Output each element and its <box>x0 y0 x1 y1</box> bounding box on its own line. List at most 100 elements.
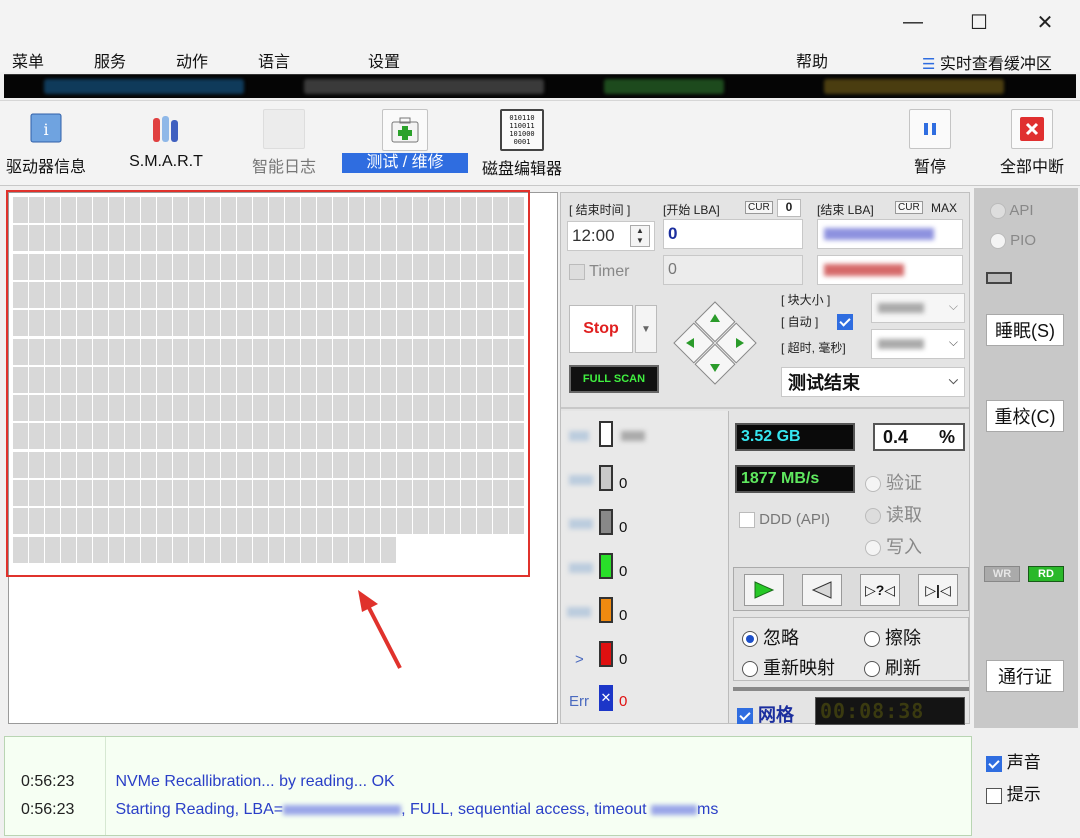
error-x-icon: ✕ <box>599 685 613 711</box>
play-forward-button[interactable] <box>744 574 784 606</box>
passport-label: 通行证 <box>998 667 1052 687</box>
hint-checkbox[interactable]: 提示 <box>986 780 1041 805</box>
api-radio[interactable]: API <box>990 202 1034 220</box>
abort-all-button[interactable]: 全部中断 <box>982 109 1080 185</box>
menu-main[interactable]: 菜单 <box>12 48 44 72</box>
size-value: 3.52 GB <box>741 428 801 445</box>
timeout-select[interactable]: ⌵ <box>871 329 965 359</box>
timeout-blurred <box>651 804 698 815</box>
title-bar: — ☐ ✕ <box>0 0 1080 44</box>
stop-dropdown-icon[interactable]: ▼ <box>635 305 657 353</box>
red-arrow-annotation <box>358 590 402 669</box>
play-backward-button[interactable] <box>802 574 842 606</box>
end-lba-input[interactable] <box>817 219 963 249</box>
ignore-label: 忽略 <box>763 628 800 648</box>
timer-checkbox[interactable]: Timer <box>569 263 629 281</box>
spinner-arrows-icon[interactable]: ▲ ▼ <box>630 225 650 247</box>
minimize-button[interactable]: — <box>890 0 936 44</box>
percent-unit: % <box>938 427 955 447</box>
legend-gt-label: > <box>575 651 584 668</box>
end-time-label: [ 结束时间 ] <box>569 203 631 217</box>
repair-mode-group: 忽略 擦除 重新映射 刷新 <box>733 617 969 681</box>
direction-pad-icon[interactable] <box>669 297 761 389</box>
butterfly-button[interactable]: ▷|◁ <box>918 574 958 606</box>
lba-blurred <box>283 804 402 815</box>
first-aid-icon <box>382 109 428 151</box>
menu-help[interactable]: 帮助 <box>796 48 828 72</box>
menu-language[interactable]: 语言 <box>258 48 290 72</box>
start-lba-value: 0 <box>668 224 678 243</box>
legend-count: 0 <box>619 607 628 624</box>
remap-radio[interactable]: 重新映射 <box>742 654 835 680</box>
api-label: API <box>1009 202 1034 219</box>
playback-controls: ▷?◁ ▷|◁ <box>733 567 969 611</box>
refresh-radio[interactable]: 刷新 <box>864 654 921 680</box>
pio-radio[interactable]: PIO <box>990 232 1037 250</box>
rd-label: RD <box>1038 568 1054 580</box>
ignore-radio[interactable]: 忽略 <box>742 624 799 650</box>
smart-button[interactable]: S.M.A.R.T <box>116 109 216 185</box>
read-label: 读取 <box>886 505 923 525</box>
grid-label: 网格 <box>758 705 795 725</box>
recalibrate-button[interactable]: 重校(C) <box>986 400 1064 432</box>
block-size-select[interactable]: ⌵ <box>871 293 965 323</box>
status-select-value: 测试结束 <box>788 373 860 393</box>
test-repair-button[interactable]: 测试 / 维修 <box>342 109 468 185</box>
disk-editor-button[interactable]: 010110 110011 101000 0001 磁盘编辑器 <box>472 109 572 185</box>
start-lba-input[interactable]: 0 <box>663 219 803 249</box>
smart-log-button[interactable]: 智能日志 <box>234 109 334 185</box>
log-time: 0:56:23 <box>21 773 75 790</box>
erase-radio[interactable]: 擦除 <box>864 624 921 650</box>
status-strip <box>4 74 1076 98</box>
end-lba-max-field <box>817 255 963 285</box>
max-button[interactable]: MAX <box>931 201 957 215</box>
wr-indicator: WR <box>984 566 1020 582</box>
elapsed-timer-value: 00:08:38 <box>820 699 925 723</box>
log-message-end: ms <box>697 801 719 818</box>
menu-action[interactable]: 动作 <box>176 48 208 72</box>
legend-count: 0 <box>619 519 628 536</box>
end-cur-button[interactable]: CUR <box>895 201 923 214</box>
random-seek-button[interactable]: ▷?◁ <box>860 574 900 606</box>
auto-checkbox[interactable] <box>837 314 853 331</box>
sound-checkbox[interactable]: 声音 <box>986 748 1041 773</box>
rd-indicator: RD <box>1028 566 1064 582</box>
full-scan-label: FULL SCAN <box>582 373 646 385</box>
full-scan-button[interactable]: FULL SCAN <box>569 365 659 393</box>
menu-settings[interactable]: 设置 <box>368 48 400 72</box>
hint-label: 提示 <box>1006 785 1041 804</box>
cur-value: 0 <box>777 199 801 217</box>
stop-button[interactable]: Stop <box>569 305 633 353</box>
stop-label: Stop <box>583 320 619 337</box>
close-button[interactable]: ✕ <box>1022 0 1068 44</box>
maximize-button[interactable]: ☐ <box>956 0 1002 44</box>
size-display: 3.52 GB <box>735 423 855 451</box>
buffer-view-button[interactable]: ☰ 实时查看缓冲区 <box>922 50 1052 74</box>
grid-checkbox[interactable]: 网格 <box>737 701 794 727</box>
pio-label: PIO <box>1010 232 1037 249</box>
legend-box-orange <box>599 597 613 623</box>
list-icon: ☰ <box>922 56 936 73</box>
pause-icon <box>909 109 951 149</box>
err-count: 0 <box>619 693 628 710</box>
passport-button[interactable]: 通行证 <box>986 660 1064 692</box>
drive-info-button[interactable]: i 驱动器信息 <box>0 109 96 185</box>
sleep-label: 睡眠(S) <box>995 321 1055 341</box>
write-radio[interactable]: 写入 <box>865 533 922 559</box>
log-options: 声音 提示 <box>974 736 1078 836</box>
log-message: NVMe Recallibration... by reading... OK <box>115 773 395 790</box>
cur-button[interactable]: CUR <box>745 201 773 214</box>
menu-service[interactable]: 服务 <box>94 48 126 72</box>
verify-radio[interactable]: 验证 <box>865 469 922 495</box>
read-radio[interactable]: 读取 <box>865 501 922 527</box>
legend-box-light-gray <box>599 465 613 491</box>
legend-box-green <box>599 553 613 579</box>
end-time-spinner[interactable]: 12:00 ▲ ▼ <box>567 221 655 251</box>
status-select[interactable]: 测试结束 ⌵ <box>781 367 965 397</box>
buffer-view-label: 实时查看缓冲区 <box>939 56 1052 73</box>
timer-input[interactable]: 0 <box>663 255 803 285</box>
ddd-api-label: DDD (API) <box>759 511 831 528</box>
ddd-api-checkbox[interactable]: DDD (API) <box>739 511 831 529</box>
pause-button[interactable]: 暂停 <box>880 109 980 185</box>
sleep-button[interactable]: 睡眠(S) <box>986 314 1064 346</box>
